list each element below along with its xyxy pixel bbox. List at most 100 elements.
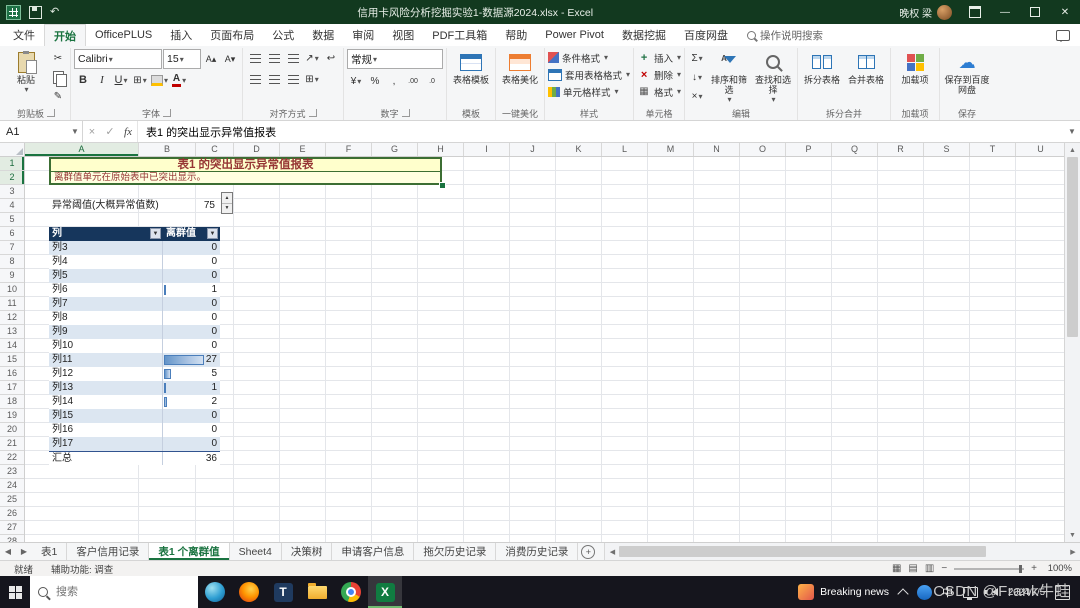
row-header-13[interactable]: 13 — [0, 325, 24, 339]
row-header-28[interactable]: 28 — [0, 535, 24, 542]
decrease-decimal-icon[interactable]: .0 — [423, 72, 441, 90]
scroll-down-icon[interactable]: ▼ — [1065, 528, 1080, 542]
column-header-H[interactable]: H — [418, 143, 464, 156]
table-template-button[interactable]: 表格模板 — [450, 49, 492, 85]
copy-icon[interactable] — [49, 68, 67, 87]
taskbar-search-box[interactable] — [30, 576, 198, 608]
sort-filter-button[interactable]: 排序和筛选 — [708, 49, 750, 105]
close-button[interactable]: ✕ — [1050, 0, 1080, 24]
comments-icon[interactable] — [1056, 29, 1070, 42]
dialog-launcher-icon[interactable] — [308, 109, 317, 117]
ribbon-tab-数据[interactable]: 数据 — [303, 24, 343, 46]
column-header-J[interactable]: J — [510, 143, 556, 156]
find-select-button[interactable]: 查找和选择 — [752, 49, 794, 105]
row-header-6[interactable]: 6 — [0, 227, 24, 241]
filter-dropdown-icon[interactable] — [207, 228, 218, 239]
ribbon-tab-文件[interactable]: 文件 — [4, 24, 44, 46]
column-header-R[interactable]: R — [878, 143, 924, 156]
fill-handle[interactable] — [439, 182, 446, 189]
row-header-12[interactable]: 12 — [0, 311, 24, 325]
comma-style-icon[interactable]: , — [385, 72, 403, 90]
row-header-27[interactable]: 27 — [0, 521, 24, 535]
page-layout-view-icon[interactable]: ▤ — [908, 563, 917, 574]
sheet-nav-right-icon[interactable]: ▶ — [16, 543, 32, 560]
table-row[interactable]: 列9 0 — [49, 325, 220, 339]
accounting-format-icon[interactable]: ¥ — [347, 72, 365, 90]
table-beautify-button[interactable]: 表格美化 — [499, 49, 541, 85]
column-header-S[interactable]: S — [924, 143, 970, 156]
ime-indicator[interactable]: 中 — [942, 584, 953, 600]
taskbar-app-explorer[interactable] — [300, 576, 334, 608]
column-header-C[interactable]: C — [196, 143, 234, 156]
column-header-L[interactable]: L — [602, 143, 648, 156]
format-painter-icon[interactable]: ✎ — [49, 87, 67, 105]
table-row[interactable]: 列5 0 — [49, 269, 220, 283]
cut-icon[interactable]: ✂ — [49, 49, 67, 67]
ribbon-tab-开始[interactable]: 开始 — [44, 24, 86, 46]
row-header-20[interactable]: 20 — [0, 423, 24, 437]
taskbar-app-firefox[interactable] — [232, 576, 266, 608]
row-header-21[interactable]: 21 — [0, 437, 24, 451]
zoom-out-icon[interactable]: − — [941, 563, 947, 574]
row-header-10[interactable]: 10 — [0, 283, 24, 297]
threshold-value[interactable]: 75 — [163, 199, 215, 213]
zoom-level[interactable]: 100% — [1044, 563, 1072, 574]
undo-icon[interactable]: ↶ — [50, 6, 59, 18]
cell-styles-button[interactable]: 单元格样式 — [548, 83, 630, 100]
column-header-E[interactable]: E — [280, 143, 326, 156]
row-header-11[interactable]: 11 — [0, 297, 24, 311]
table-row[interactable]: 列10 0 — [49, 339, 220, 353]
column-header-K[interactable]: K — [556, 143, 602, 156]
row-header-26[interactable]: 26 — [0, 507, 24, 521]
row-header-19[interactable]: 19 — [0, 409, 24, 423]
hidden-icons-chevron[interactable] — [897, 587, 909, 600]
merge-center-icon[interactable]: ⊞ — [303, 70, 321, 88]
ribbon-tab-插入[interactable]: 插入 — [161, 24, 201, 46]
delete-cells-button[interactable]: 删除 — [637, 66, 681, 83]
spinner-up-icon[interactable] — [222, 193, 232, 204]
paste-button[interactable]: 粘贴 — [5, 49, 47, 95]
volume-icon[interactable] — [984, 588, 999, 596]
insert-cells-button[interactable]: 插入 — [637, 49, 681, 66]
conditional-formatting-button[interactable]: 条件格式 — [548, 49, 630, 66]
cell-area[interactable]: 表1 的突出显示异常值报表 离群值单元在原始表中已突出显示。 异常阈值(大概异常… — [25, 157, 1064, 542]
underline-icon[interactable] — [112, 71, 130, 89]
taskbar-app-t[interactable] — [266, 576, 300, 608]
spinner-down-icon[interactable] — [222, 204, 232, 214]
horizontal-scrollbar[interactable]: ◀ ▶ — [604, 543, 1080, 560]
table-row[interactable]: 列7 0 — [49, 297, 220, 311]
autosum-icon[interactable]: Σ — [688, 49, 706, 67]
row-header-18[interactable]: 18 — [0, 395, 24, 409]
row-header-24[interactable]: 24 — [0, 479, 24, 493]
row-header-8[interactable]: 8 — [0, 255, 24, 269]
ribbon-tab-PDF工具箱[interactable]: PDF工具箱 — [423, 24, 496, 46]
clear-icon[interactable]: × — [688, 87, 706, 105]
decrease-font-icon[interactable]: A▾ — [221, 50, 239, 68]
taskbar-app-excel[interactable] — [368, 576, 402, 608]
threshold-spinner[interactable] — [221, 192, 233, 214]
row-header-14[interactable]: 14 — [0, 339, 24, 353]
row-header-17[interactable]: 17 — [0, 381, 24, 395]
table-row[interactable]: 列15 0 — [49, 409, 220, 423]
column-header-I[interactable]: I — [464, 143, 510, 156]
formula-input[interactable]: 表1 的突出显示异常值报表 — [137, 121, 1064, 142]
network-icon[interactable] — [963, 586, 979, 600]
enter-icon[interactable]: ✓ — [101, 121, 119, 142]
ribbon-display-options-button[interactable] — [960, 0, 990, 24]
ribbon-tab-帮助[interactable]: 帮助 — [496, 24, 536, 46]
filter-dropdown-icon[interactable] — [150, 228, 161, 239]
start-button[interactable] — [0, 576, 30, 608]
table-row[interactable]: 列12 5 — [49, 367, 220, 381]
ribbon-tab-审阅[interactable]: 审阅 — [343, 24, 383, 46]
formula-bar-expand-icon[interactable]: ▼ — [1064, 121, 1080, 142]
zoom-in-icon[interactable]: + — [1031, 563, 1037, 574]
format-cells-button[interactable]: 格式 — [637, 83, 681, 100]
table-row[interactable]: 列11 27 — [49, 353, 220, 367]
vertical-scrollbar[interactable]: ▲ ▼ — [1064, 143, 1080, 542]
column-header-P[interactable]: P — [786, 143, 832, 156]
tell-me-search[interactable]: 操作说明搜索 — [746, 24, 823, 46]
report-title-block[interactable]: 表1 的突出显示异常值报表 离群值单元在原始表中已突出显示。 — [49, 157, 442, 185]
font-color-icon[interactable]: A — [170, 71, 188, 89]
table-row[interactable]: 列16 0 — [49, 423, 220, 437]
table-row[interactable]: 列13 1 — [49, 381, 220, 395]
